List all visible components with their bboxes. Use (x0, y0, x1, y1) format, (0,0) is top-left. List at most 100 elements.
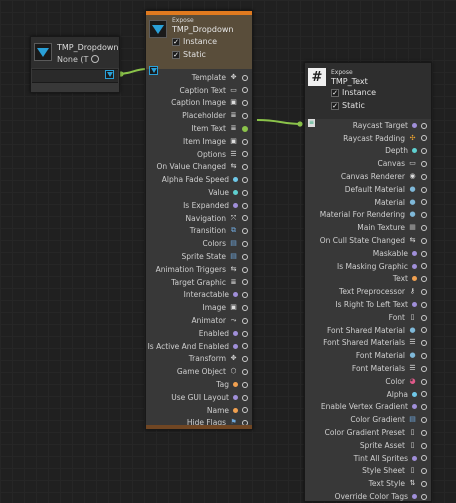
output-port[interactable] (421, 263, 427, 270)
output-port[interactable] (421, 173, 427, 180)
port-row-canvas[interactable]: Canvas ▭ (305, 157, 417, 170)
output-port[interactable] (242, 112, 248, 119)
output-port[interactable] (242, 202, 248, 209)
port-row-depth[interactable]: Depth (305, 145, 417, 158)
output-port[interactable] (421, 199, 427, 206)
output-port[interactable] (421, 404, 427, 411)
output-port[interactable] (242, 356, 248, 363)
tmp-text-expose-node[interactable]: # Expose TMP_Text ✓ Instance ✓ Static ≡ … (304, 62, 432, 502)
output-port[interactable] (242, 176, 248, 183)
port-row-enabled[interactable]: Enabled (146, 327, 238, 340)
port-row-transition[interactable]: Transition ⧉ (146, 225, 238, 238)
port-row-color[interactable]: Color ◕ (305, 375, 417, 388)
output-port[interactable] (421, 429, 427, 436)
instance-toggle[interactable]: ✓ Instance (331, 88, 376, 97)
instance-checkbox[interactable]: ✓ (172, 37, 180, 46)
output-port[interactable] (242, 292, 248, 299)
port-row-target-graphic[interactable]: Target Graphic ≣ (146, 276, 238, 289)
text-node-header[interactable]: # Expose TMP_Text ✓ Instance ✓ Static (305, 63, 431, 119)
port-row-canvas-renderer[interactable]: Canvas Renderer ◉ (305, 170, 417, 183)
port-row-options[interactable]: Options ☰ (146, 148, 238, 161)
instance-checkbox[interactable]: ✓ (331, 88, 339, 97)
port-row-is-masking-graphic[interactable]: Is Masking Graphic (305, 260, 417, 273)
port-row-caption-text[interactable]: Caption Text ▭ (146, 84, 238, 97)
output-port[interactable] (242, 74, 248, 81)
output-port[interactable] (242, 164, 248, 171)
output-port[interactable] (421, 301, 427, 308)
port-row-font-shared-material[interactable]: Font Shared Material ● (305, 324, 417, 337)
output-port[interactable] (421, 250, 427, 257)
port-row-colors[interactable]: Colors ▤ (146, 237, 238, 250)
output-port[interactable] (242, 228, 248, 235)
output-port[interactable] (421, 493, 427, 500)
port-row-main-texture[interactable]: Main Texture ▦ (305, 221, 417, 234)
output-port[interactable] (242, 151, 248, 158)
static-checkbox[interactable]: ✓ (172, 50, 180, 59)
output-port[interactable] (421, 416, 427, 423)
output-port[interactable] (242, 279, 248, 286)
instance-toggle[interactable]: ✓ Instance (172, 37, 217, 46)
port-row-transform[interactable]: Transform ✥ (146, 353, 238, 366)
output-port[interactable] (421, 327, 427, 334)
port-row-item-image[interactable]: Item Image ▣ (146, 135, 238, 148)
output-port[interactable] (421, 135, 427, 142)
output-port[interactable] (242, 368, 248, 375)
port-row-text-style[interactable]: Text Style ⇅ (305, 477, 417, 490)
source-object-field[interactable]: None (T (57, 54, 99, 64)
output-port[interactable] (242, 266, 248, 273)
port-row-animator[interactable]: Animator ⤳ (146, 314, 238, 327)
output-port[interactable] (242, 100, 248, 107)
port-row-tag[interactable]: Tag (146, 378, 238, 391)
dropdown-node-header[interactable]: Expose TMP_Dropdown ✓ Instance ✓ Static (146, 15, 252, 69)
port-row-caption-image[interactable]: Caption Image ▣ (146, 97, 238, 110)
port-row-color-gradient-preset[interactable]: Color Gradient Preset ▯ (305, 426, 417, 439)
output-port[interactable] (421, 391, 427, 398)
output-port[interactable] (242, 407, 248, 414)
port-row-material-for-rendering[interactable]: Material For Rendering ● (305, 209, 417, 222)
port-row-animation-triggers[interactable]: Animation Triggers ⇆ (146, 263, 238, 276)
port-row-is-expanded[interactable]: Is Expanded (146, 199, 238, 212)
port-row-sprite-state[interactable]: Sprite State ▤ (146, 250, 238, 263)
output-port[interactable] (242, 343, 248, 350)
output-port[interactable] (242, 189, 248, 196)
port-row-is-right-to-left-text[interactable]: Is Right To Left Text (305, 298, 417, 311)
port-row-navigation[interactable]: Navigation ⤧ (146, 212, 238, 225)
output-port[interactable] (421, 224, 427, 231)
port-row-game-object[interactable]: Game Object ⬡ (146, 365, 238, 378)
output-port[interactable] (421, 288, 427, 295)
port-row-template[interactable]: Template ✥ (146, 71, 238, 84)
port-row-on-cull-state-changed[interactable]: On Cull State Changed ⇆ (305, 234, 417, 247)
static-toggle[interactable]: ✓ Static (172, 50, 206, 59)
port-row-raycast-padding[interactable]: Raycast Padding ✣ (305, 132, 417, 145)
port-row-sprite-asset[interactable]: Sprite Asset ▯ (305, 439, 417, 452)
port-row-use-gui-layout[interactable]: Use GUI Layout (146, 391, 238, 404)
output-port[interactable] (421, 314, 427, 321)
output-port[interactable] (421, 186, 427, 193)
output-port[interactable] (421, 480, 427, 487)
port-row-text-preprocessor[interactable]: Text Preprocessor ⚷ (305, 285, 417, 298)
static-checkbox[interactable]: ✓ (331, 101, 339, 110)
port-row-style-sheet[interactable]: Style Sheet ▯ (305, 465, 417, 478)
port-row-interactable[interactable]: Interactable (146, 289, 238, 302)
output-port[interactable] (421, 442, 427, 449)
source-output-port-icon[interactable] (105, 70, 114, 79)
tmp-dropdown-expose-node[interactable]: Expose TMP_Dropdown ✓ Instance ✓ Static … (145, 10, 253, 430)
port-row-default-material[interactable]: Default Material ● (305, 183, 417, 196)
output-port[interactable] (242, 381, 248, 388)
port-row-text[interactable]: Text (305, 273, 417, 286)
static-toggle[interactable]: ✓ Static (331, 101, 365, 110)
port-row-color-gradient[interactable]: Color Gradient ▤ (305, 413, 417, 426)
output-port[interactable] (242, 240, 248, 247)
output-port[interactable] (242, 394, 248, 401)
source-node-header[interactable]: TMP_Dropdown None (T (31, 37, 119, 68)
port-row-font-shared-materials[interactable]: Font Shared Materials ☰ (305, 337, 417, 350)
output-port[interactable] (242, 304, 248, 311)
output-port[interactable] (242, 215, 248, 222)
target-circle-icon[interactable] (90, 55, 99, 63)
output-port[interactable] (421, 340, 427, 347)
output-port[interactable] (421, 212, 427, 219)
output-port[interactable] (421, 365, 427, 372)
output-port[interactable] (421, 148, 427, 155)
port-row-alpha[interactable]: Alpha (305, 388, 417, 401)
output-port[interactable] (242, 253, 248, 260)
